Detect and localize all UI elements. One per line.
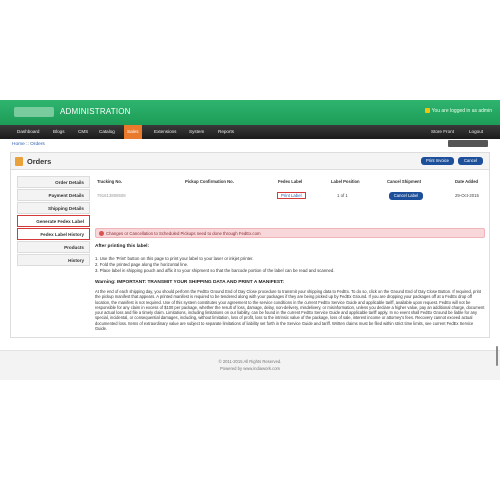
tab-shipping-details[interactable]: Shipping Details <box>17 202 90 214</box>
orders-icon <box>15 157 23 166</box>
nav-catalog[interactable]: Catalog <box>96 125 118 139</box>
footer-copyright: © 2011-2015 All Rights Reserved. <box>218 359 282 364</box>
tracking-number: 791613808508 <box>97 193 126 198</box>
brand-logo[interactable] <box>14 107 54 117</box>
table-header: Tracking No. Pickup Confirmation No. Fed… <box>95 179 485 187</box>
alert-banner: Changes or Cancellation to Scheduled Pic… <box>95 228 485 238</box>
sidebar-tabs: Order Details Payment Details Shipping D… <box>17 176 90 267</box>
step-3: 3. Place label in shipping pouch and aff… <box>95 268 335 273</box>
nav-blogs[interactable]: Blogs <box>50 125 68 139</box>
col-fedex-label: Fedex Label <box>278 179 303 184</box>
breadcrumb-home[interactable]: Home <box>12 142 25 147</box>
top-header-bar: ADMINISTRATION You are logged in as admi… <box>0 100 500 125</box>
col-date-added: Date Added <box>455 179 479 184</box>
nav-extensions[interactable]: Extensions <box>151 125 179 139</box>
footer: © 2011-2015 All Rights Reserved. Powered… <box>0 350 500 380</box>
cancel-button[interactable]: Cancel <box>458 157 483 165</box>
tab-products[interactable]: Products <box>17 241 90 253</box>
col-label-position: Label Position <box>331 179 360 184</box>
tab-generate-fedex-label[interactable]: Generate Fedex Label <box>17 215 90 227</box>
scrollbar[interactable] <box>496 346 498 366</box>
breadcrumb-current[interactable]: Orders <box>30 142 45 147</box>
admin-title: ADMINISTRATION <box>60 107 131 116</box>
nav-reports[interactable]: Reports <box>215 125 237 139</box>
tab-order-details[interactable]: Order Details <box>17 176 90 188</box>
footer-powered-by: Powered by www.indiawork.com <box>219 366 281 371</box>
tab-fedex-label-history[interactable]: Fedex Label History <box>17 228 90 240</box>
warning-body: At the end of each shipping day, you sho… <box>95 289 485 332</box>
breadcrumb: Home :: Orders <box>12 142 45 147</box>
panel-header: Orders Print Invoice Cancel <box>11 153 489 170</box>
table-row: 791613808508 Print Label 1 of 1 Cancel L… <box>95 190 485 202</box>
label-position: 1 of 1 <box>337 193 348 198</box>
warning-icon <box>99 231 104 236</box>
col-cancel-shipment: Cancel Shipment <box>387 179 421 184</box>
warning-heading: Warning: IMPORTANT: TRANSMIT YOUR SHIPPI… <box>95 280 285 285</box>
page-title: Orders <box>27 157 52 166</box>
nav-dashboard[interactable]: Dashboard <box>14 125 42 139</box>
lock-icon <box>424 108 430 114</box>
col-pickup: Pickup Confirmation No. <box>185 179 234 184</box>
nav-system[interactable]: System <box>186 125 207 139</box>
logged-in-status: You are logged in as admin <box>424 108 492 114</box>
step-1: 1. Use the 'Print' button on this page t… <box>95 256 254 261</box>
nav-store-front[interactable]: Store Front <box>428 125 457 139</box>
breadcrumb-separator: :: <box>26 142 29 147</box>
step-2: 2. Fold the printed page along the horiz… <box>95 262 189 267</box>
after-printing-heading: After printing this label: <box>95 244 150 249</box>
date-added: 29-Oct-2015 <box>455 193 479 198</box>
orders-panel: Orders Print Invoice Cancel Order Detail… <box>10 152 490 338</box>
tab-payment-details[interactable]: Payment Details <box>17 189 90 201</box>
nav-cms[interactable]: CMS <box>75 125 91 139</box>
main-nav: Dashboard Blogs CMS Catalog Sales Extens… <box>0 125 500 139</box>
print-label-link[interactable]: Print Label <box>277 192 306 199</box>
cancel-label-button[interactable]: Cancel Label <box>389 192 423 200</box>
logged-in-text: You are logged in as admin <box>431 108 492 114</box>
print-invoice-button[interactable]: Print Invoice <box>421 157 454 165</box>
col-tracking: Tracking No. <box>97 179 123 184</box>
nav-logout[interactable]: Logout <box>466 125 486 139</box>
alert-text: Changes or Cancellation to Scheduled Pic… <box>106 231 261 236</box>
tab-history[interactable]: History <box>17 254 90 266</box>
store-url-badge <box>448 140 488 147</box>
nav-sales[interactable]: Sales <box>124 125 142 139</box>
